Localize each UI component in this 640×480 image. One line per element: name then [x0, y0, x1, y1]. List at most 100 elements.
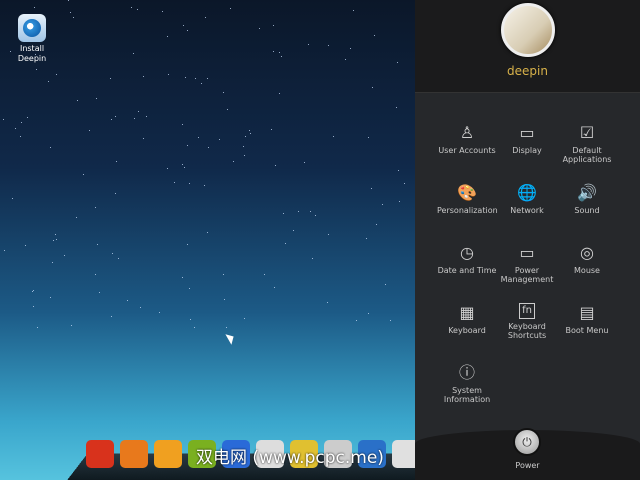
star	[118, 257, 120, 259]
user-icon: ♙	[459, 123, 475, 142]
star	[328, 45, 330, 47]
star	[168, 73, 170, 75]
star	[293, 230, 295, 232]
star	[161, 10, 163, 12]
star	[21, 121, 23, 123]
info-icon: ⓘ	[458, 363, 475, 382]
keyboard-icon: ▦	[459, 303, 475, 322]
dock-app-launcher[interactable]	[86, 440, 114, 468]
star	[278, 92, 280, 94]
settings-item-info[interactable]: ⓘ System Information	[437, 363, 497, 404]
dock-app-app-3[interactable]	[154, 440, 182, 468]
speaker-icon: 🔊	[577, 183, 597, 202]
star	[167, 35, 169, 37]
user-name: deepin	[507, 64, 548, 78]
star	[166, 168, 168, 170]
star	[110, 315, 112, 317]
settings-item-check-window[interactable]: ☑ Default Applications	[557, 123, 617, 164]
settings-item-label: Keyboard	[448, 326, 486, 335]
star	[201, 82, 203, 84]
dock-app-app-2[interactable]	[120, 440, 148, 468]
star	[68, 0, 70, 2]
star	[310, 211, 312, 213]
star	[96, 244, 98, 246]
settings-item-label: Boot Menu	[565, 326, 609, 335]
star	[173, 181, 175, 183]
settings-item-label: Personalization	[437, 206, 498, 215]
settings-item-label: System Information	[443, 386, 491, 404]
star	[54, 233, 56, 235]
star	[376, 223, 378, 225]
star	[51, 261, 53, 263]
settings-item-label: Date and Time	[437, 266, 497, 275]
settings-item-label: Keyboard Shortcuts	[507, 322, 547, 340]
star	[381, 204, 383, 206]
star	[349, 48, 351, 50]
star	[398, 169, 400, 171]
watermark: 双电网 (www.pcpc.me)	[196, 448, 384, 468]
settings-item-keyboard[interactable]: ▦ Keyboard	[437, 303, 497, 335]
globe-icon: 🌐	[517, 183, 537, 202]
user-avatar[interactable]	[500, 3, 555, 57]
star	[244, 318, 246, 320]
settings-item-fn-key[interactable]: fn Keyboard Shortcuts	[497, 303, 557, 340]
star	[37, 326, 39, 328]
system-settings-panel: deepin ♙ User Accounts ▭ Display ☑ Default Ap…	[415, 0, 640, 480]
star	[311, 258, 313, 260]
star	[371, 187, 373, 189]
settings-item-clock[interactable]: ◷ Date and Time	[437, 243, 497, 275]
star	[282, 213, 284, 215]
star	[33, 6, 35, 8]
power-button[interactable]: ⏻	[513, 428, 541, 456]
star	[367, 137, 369, 139]
star	[130, 7, 132, 9]
star	[14, 128, 16, 130]
star	[399, 201, 401, 203]
star	[63, 255, 65, 257]
star	[83, 174, 85, 176]
dock-app-app-10[interactable]	[392, 440, 415, 468]
settings-item-battery[interactable]: ▭ Power Management	[497, 243, 557, 284]
clock-icon: ◷	[460, 243, 474, 262]
mouse-cursor-icon	[225, 331, 237, 345]
star	[403, 183, 405, 185]
settings-item-palette[interactable]: 🎨 Personalization	[437, 183, 498, 215]
fn-key-icon: fn	[519, 303, 535, 319]
star	[203, 185, 205, 187]
star	[222, 274, 224, 276]
star	[32, 290, 34, 292]
install-deepin-icon[interactable]: Install Deepin	[14, 14, 50, 64]
palette-icon: 🎨	[457, 183, 477, 202]
star	[95, 207, 97, 209]
power-icon: ⏻	[522, 434, 532, 449]
star	[206, 231, 208, 233]
settings-item-monitor[interactable]: ▭ Display	[497, 123, 557, 155]
star	[76, 216, 78, 218]
star	[50, 146, 52, 148]
star	[371, 87, 373, 89]
settings-item-speaker[interactable]: 🔊 Sound	[557, 183, 617, 215]
settings-item-label: Network	[510, 206, 544, 215]
star	[70, 325, 72, 327]
star	[344, 58, 346, 60]
settings-item-label: Default Applications	[562, 146, 612, 164]
settings-item-user[interactable]: ♙ User Accounts	[437, 123, 497, 155]
star	[327, 233, 329, 235]
star	[189, 287, 191, 289]
settings-item-label: Display	[512, 146, 542, 155]
settings-item-globe[interactable]: 🌐 Network	[497, 183, 557, 215]
star	[205, 17, 207, 19]
star	[35, 69, 37, 71]
settings-item-mouse[interactable]: ◎ Mouse	[557, 243, 617, 275]
star	[95, 274, 97, 276]
star	[366, 238, 368, 240]
star	[230, 7, 232, 9]
star	[396, 107, 398, 109]
star	[55, 238, 57, 240]
settings-item-label: Power Management	[500, 266, 554, 284]
settings-item-boot-screen[interactable]: ▤ Boot Menu	[557, 303, 617, 335]
star	[140, 306, 142, 308]
star	[184, 76, 186, 78]
star	[186, 29, 188, 31]
star	[12, 198, 14, 200]
